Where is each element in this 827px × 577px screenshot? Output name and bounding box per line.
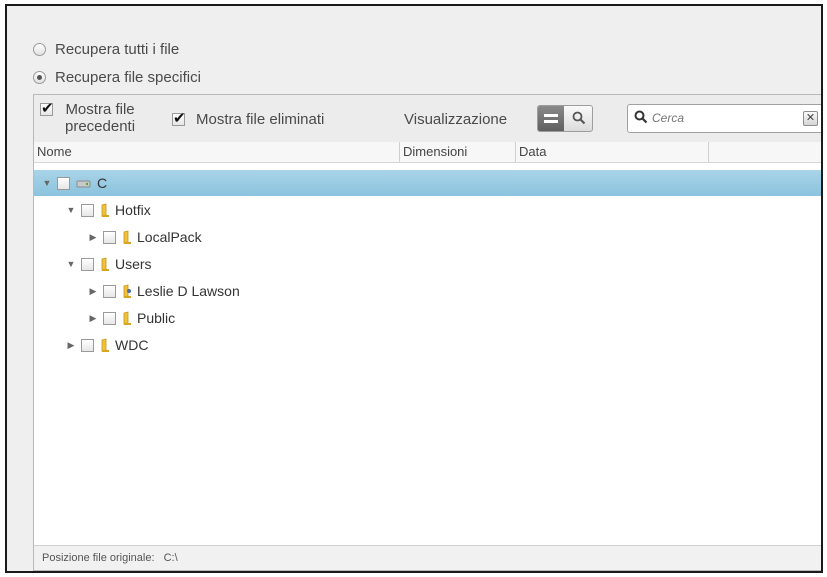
radio-button-recover-specific[interactable]	[33, 70, 46, 84]
column-header-extra	[709, 142, 821, 162]
show-previous-checkbox[interactable]	[40, 99, 54, 117]
drive-icon	[76, 180, 91, 188]
radio-button-recover-all[interactable]	[33, 42, 46, 56]
tree-checkbox[interactable]	[103, 311, 116, 325]
tree-row-hotfix[interactable]: ▼ Hotfix	[34, 197, 821, 223]
search-box[interactable]: ✕	[627, 104, 821, 133]
tree-row-users[interactable]: ▼ Users	[34, 251, 821, 277]
column-header-row: Nome Dimensioni Data	[34, 142, 821, 163]
magnifier-icon	[572, 111, 586, 125]
list-view-button[interactable]	[538, 106, 564, 131]
tree-label: Public	[137, 310, 176, 326]
search-input[interactable]	[652, 109, 792, 127]
tree-checkbox[interactable]	[57, 176, 70, 190]
status-bar: Posizione file originale: C:\	[34, 545, 821, 570]
column-header-name[interactable]: Nome	[34, 142, 400, 162]
search-icon	[634, 110, 648, 124]
tree-checkbox[interactable]	[103, 230, 116, 244]
show-deleted-checkbox[interactable]	[172, 109, 186, 127]
expand-arrow-icon[interactable]: ▶	[66, 340, 76, 351]
tree-label: Hotfix	[115, 202, 151, 218]
show-previous-checkbox-group[interactable]: Mostra file precedenti	[40, 99, 136, 135]
original-location-value: C:\	[163, 552, 178, 564]
expand-arrow-icon[interactable]: ▶	[88, 232, 98, 243]
tree-row-localpack[interactable]: ▶ LocalPack	[34, 224, 821, 250]
tree-row-wdc[interactable]: ▶ WDC	[34, 332, 821, 358]
radio-label-recover-specific: Recupera file specifici	[55, 68, 201, 86]
folder-icon	[123, 311, 131, 325]
expand-arrow-icon[interactable]: ▶	[88, 313, 98, 324]
tree-row-c[interactable]: ▼ C	[34, 170, 821, 196]
tree-row-public[interactable]: ▶ Public	[34, 305, 821, 331]
radio-recover-specific[interactable]: Recupera file specifici	[33, 66, 201, 88]
tree-checkbox[interactable]	[81, 257, 94, 271]
column-header-size[interactable]: Dimensioni	[400, 142, 516, 162]
folder-icon	[101, 203, 109, 217]
show-previous-label: Mostra file precedenti	[65, 101, 136, 135]
tree-label: WDC	[115, 337, 149, 353]
folder-icon	[101, 338, 109, 352]
radio-recover-all[interactable]: Recupera tutti i file	[33, 38, 179, 60]
column-header-date[interactable]: Data	[516, 142, 709, 162]
user-folder-icon	[123, 284, 131, 298]
file-browser-panel: Mostra file precedenti Mostra file elimi…	[33, 94, 821, 571]
expand-arrow-icon[interactable]: ▶	[88, 286, 98, 297]
folder-icon	[123, 230, 131, 244]
collapse-arrow-icon[interactable]: ▼	[66, 259, 76, 269]
show-deleted-checkbox-group[interactable]: Mostra file eliminati	[172, 109, 325, 128]
show-deleted-label: Mostra file eliminati	[196, 111, 325, 128]
window-frame: Recupera tutti i file Recupera file spec…	[5, 4, 823, 573]
tree-row-leslie-d-lawson[interactable]: ▶ Leslie D Lawson	[34, 278, 821, 304]
tree-label: LocalPack	[137, 229, 202, 245]
search-view-button[interactable]	[564, 106, 592, 131]
original-location-label: Posizione file originale:	[42, 552, 155, 564]
tree-checkbox[interactable]	[81, 338, 94, 352]
tree-label: C	[97, 175, 108, 191]
folder-icon	[101, 257, 109, 271]
toolbar: Mostra file precedenti Mostra file elimi…	[34, 95, 821, 143]
tree-checkbox[interactable]	[103, 284, 116, 298]
view-toggle[interactable]	[537, 105, 593, 132]
tree-label: Users	[115, 256, 152, 272]
view-label: Visualizzazione	[404, 111, 508, 128]
tree-label: Leslie D Lawson	[137, 283, 240, 299]
radio-label-recover-all: Recupera tutti i file	[55, 40, 180, 58]
clear-search-icon[interactable]: ✕	[803, 111, 818, 126]
tree-checkbox[interactable]	[81, 203, 94, 217]
collapse-arrow-icon[interactable]: ▼	[42, 178, 52, 188]
collapse-arrow-icon[interactable]: ▼	[66, 205, 76, 215]
